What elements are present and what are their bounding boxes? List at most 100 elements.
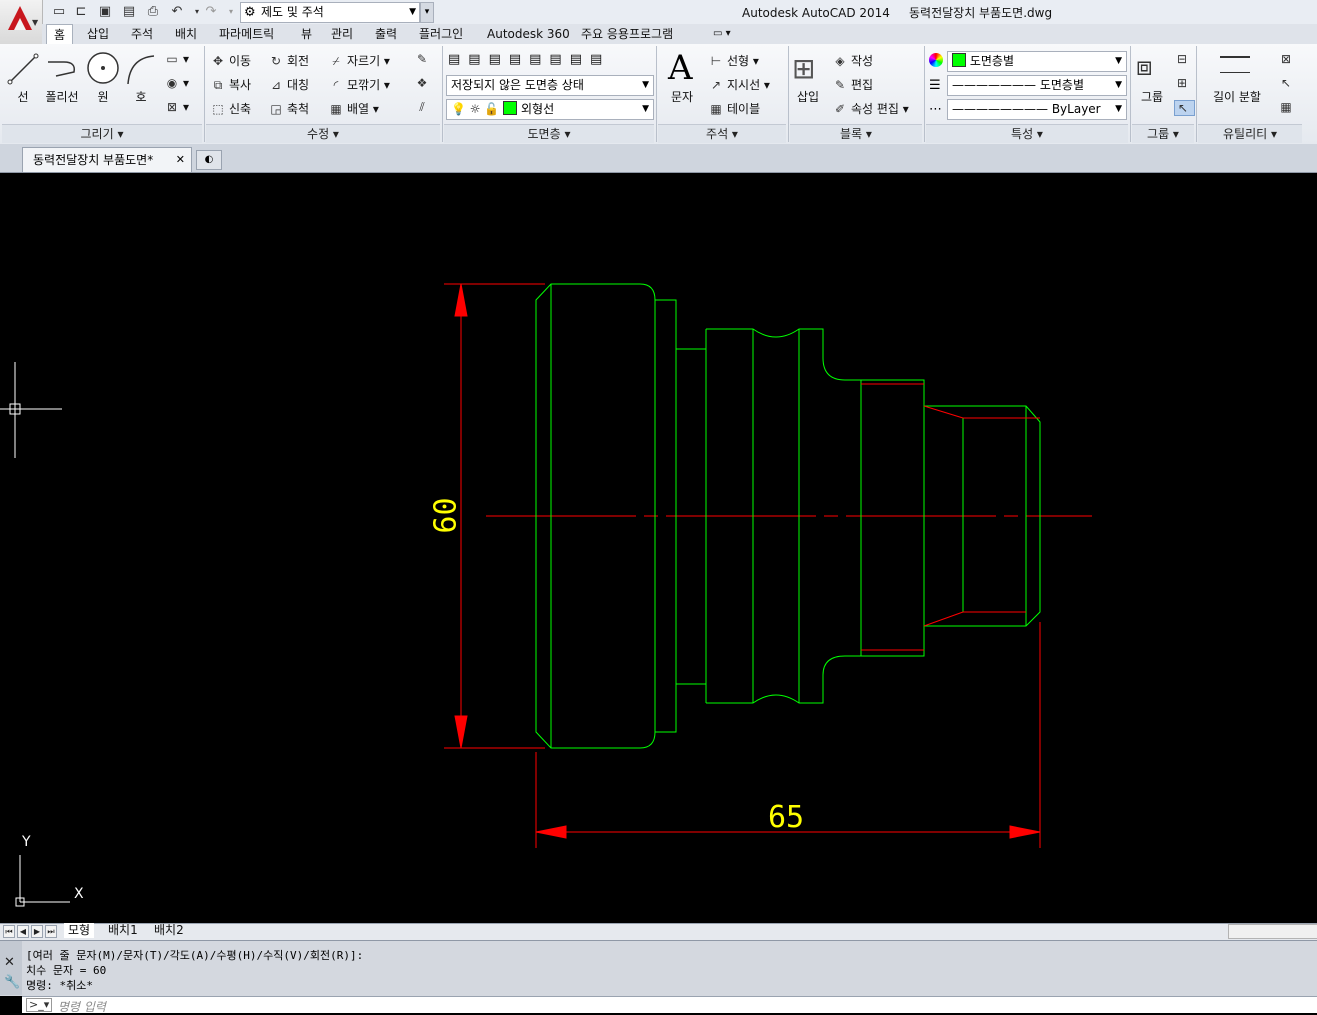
circle-tool[interactable]: 원 xyxy=(88,88,118,105)
edit-attributes-button[interactable]: ✐ 속성 편집 ▾ xyxy=(832,100,909,117)
save-as-icon[interactable]: ▤ xyxy=(120,3,138,21)
stretch-button[interactable]: ⬚ 신축 xyxy=(210,100,251,117)
new-drawing-tab-button[interactable]: ◐ xyxy=(196,150,222,170)
move-button[interactable]: ✥ 이동 xyxy=(210,52,251,69)
text-tool-icon[interactable]: A xyxy=(668,48,693,88)
group-edit-button[interactable]: ⊞ xyxy=(1174,76,1193,90)
redo-icon[interactable]: ↷ xyxy=(202,3,220,21)
undo-icon[interactable]: ↶ xyxy=(168,3,186,21)
layout-tab-layout1[interactable]: 배치1 xyxy=(104,923,142,938)
utilities-panel-title[interactable]: 유틸리티 ▾ xyxy=(1198,124,1302,143)
tab-featured-apps[interactable]: 주요 응용프로그램 xyxy=(574,24,680,44)
table-button[interactable]: ▦ 테이블 xyxy=(708,100,760,117)
linear-dimension-button[interactable]: ⊢ 선형 ▾ xyxy=(708,52,759,69)
select-all-button[interactable]: ↖ xyxy=(1278,76,1297,90)
color-wheel-icon[interactable] xyxy=(929,53,943,67)
command-input[interactable]: >_▾ 명령 입력 xyxy=(22,996,1317,1014)
tab-insert[interactable]: 삽입 xyxy=(80,24,116,44)
tab-output[interactable]: 출력 xyxy=(368,24,404,44)
fillet-button[interactable]: ◜ 모깎기 ▾ xyxy=(328,76,390,93)
wrench-icon[interactable]: 🔧 xyxy=(4,975,20,990)
edit-block-button[interactable]: ✎ 편집 xyxy=(832,76,873,93)
annotation-panel-title[interactable]: 주석 ▾ xyxy=(658,124,786,143)
draw-panel-title[interactable]: 그리기 ▾ xyxy=(2,124,202,143)
color-combo[interactable]: 도면층별 ▼ xyxy=(947,51,1127,72)
ucs-x-label: X xyxy=(74,886,84,902)
arc-tool[interactable]: 호 xyxy=(126,88,156,105)
window-title: Autodesk AutoCAD 2014 동력전달장치 부품도면.dwg xyxy=(742,4,1052,21)
modify-panel-title[interactable]: 수정 ▾ xyxy=(206,124,440,143)
print-icon[interactable]: ⎙ xyxy=(144,3,162,21)
measure-icon[interactable] xyxy=(1220,56,1250,73)
tab-plugins[interactable]: 플러그인 xyxy=(412,24,470,44)
array-button[interactable]: ▦ 배열 ▾ xyxy=(328,100,379,117)
leader-button[interactable]: ↗ 지시선 ▾ xyxy=(708,76,770,93)
rectangle-tool[interactable]: ▭ ▾ xyxy=(164,52,189,66)
first-layout-icon[interactable]: ⏮ xyxy=(3,925,15,938)
ungroup-button[interactable]: ⊟ xyxy=(1174,52,1193,66)
divide-tool[interactable]: 길이 분할 xyxy=(1204,88,1270,105)
layer-state-combo[interactable]: 저장되지 않은 도면층 상태 ▼ xyxy=(446,75,654,96)
scale-icon: ◲ xyxy=(270,102,282,116)
layout-tab-layout2[interactable]: 배치2 xyxy=(150,923,188,938)
explode-button[interactable]: ❖ xyxy=(414,76,433,90)
layout-tab-model[interactable]: 모형 xyxy=(64,923,95,938)
redo-dropdown-icon[interactable]: ▾ xyxy=(222,3,240,21)
tab-home[interactable]: 홈 xyxy=(46,24,74,45)
quick-select-button[interactable]: ⊠ xyxy=(1278,52,1297,66)
prev-layout-icon[interactable]: ◀ xyxy=(17,925,29,938)
block-panel-title[interactable]: 블록 ▾ xyxy=(790,124,922,143)
line-tool[interactable]: 선 xyxy=(8,88,38,105)
quick-access-customize-button[interactable]: ▾ xyxy=(420,2,434,23)
dimension-text-65[interactable]: 65 xyxy=(768,800,804,835)
group-select-toggle[interactable]: ↖ xyxy=(1174,100,1195,116)
next-layout-icon[interactable]: ▶ xyxy=(31,925,43,938)
command-line-grip[interactable]: ✕ 🔧 xyxy=(0,941,22,995)
hatch-tool[interactable]: ◉ ▾ xyxy=(164,76,189,90)
tab-view[interactable]: 뷰 xyxy=(294,24,319,44)
tab-parametric[interactable]: 파라메트릭 xyxy=(212,24,281,44)
layers-panel-title[interactable]: 도면층 ▾ xyxy=(444,124,654,143)
group-icon[interactable]: ⧈ xyxy=(1136,52,1153,83)
application-menu-button[interactable]: ▼ xyxy=(0,0,43,44)
copy-button[interactable]: ⧉ 복사 xyxy=(210,76,251,93)
scale-button[interactable]: ◲ 축척 xyxy=(268,100,309,117)
ribbon-minimize-icon[interactable]: ▭ ▾ xyxy=(706,24,738,44)
group-tool[interactable]: 그룹 xyxy=(1134,88,1170,105)
tab-annotate[interactable]: 주석 xyxy=(124,24,160,44)
trim-button[interactable]: ⌿ 자르기 ▾ xyxy=(328,52,390,69)
last-layout-icon[interactable]: ⏭ xyxy=(45,925,57,938)
document-tab[interactable]: 동력전달장치 부품도면* ✕ xyxy=(22,147,192,172)
close-icon[interactable]: ✕ xyxy=(176,148,185,172)
groups-panel-title[interactable]: 그룹 ▾ xyxy=(1132,124,1194,143)
mirror-button[interactable]: ⊿ 대칭 xyxy=(268,76,309,93)
save-icon[interactable]: ▣ xyxy=(96,3,114,21)
layer-tool-icons[interactable]: ▤▤▤▤▤▤▤▤ xyxy=(448,52,610,67)
open-folder-icon[interactable]: ⊏ xyxy=(72,3,90,21)
region-tool[interactable]: ⊠ ▾ xyxy=(164,100,189,114)
linetype-combo[interactable]: ——————— 도면층별 ▼ xyxy=(947,75,1127,96)
calculator-button[interactable]: ▦ xyxy=(1278,100,1297,114)
erase-button[interactable]: ✎ xyxy=(414,52,433,66)
horizontal-scrollbar[interactable] xyxy=(1228,924,1317,939)
properties-panel-title[interactable]: 특성 ▾ xyxy=(926,124,1128,143)
rotate-button[interactable]: ↻ 회전 xyxy=(268,52,309,69)
workspace-selector[interactable]: ⚙ 제도 및 주석 ▼ xyxy=(240,2,420,23)
new-file-icon[interactable]: ▭ xyxy=(50,3,68,21)
layer-combo[interactable]: 💡 ☼ 🔓 외형선 ▼ xyxy=(446,99,654,120)
create-block-icon: ◈ xyxy=(835,54,845,68)
close-icon[interactable]: ✕ xyxy=(4,955,15,970)
lineweight-combo[interactable]: ———————— ByLayer ▼ xyxy=(947,99,1127,120)
text-tool[interactable]: 문자 xyxy=(664,88,700,105)
tab-autodesk-360[interactable]: Autodesk 360 xyxy=(480,24,577,44)
tab-layout[interactable]: 배치 xyxy=(168,24,204,44)
insert-block-icon[interactable]: ⊞ xyxy=(792,52,815,85)
dimension-text-60[interactable]: 60 xyxy=(429,496,464,536)
polyline-tool[interactable]: 폴리선 xyxy=(40,88,84,105)
create-block-button[interactable]: ◈ 작성 xyxy=(832,52,873,69)
offset-button[interactable]: ⫽ xyxy=(414,100,433,115)
tab-manage[interactable]: 관리 xyxy=(324,24,360,44)
drawing-canvas[interactable]: 60 65 Y X xyxy=(0,176,1317,924)
insert-block-tool[interactable]: 삽입 xyxy=(790,88,826,105)
command-prompt-icon[interactable]: >_▾ xyxy=(26,998,53,1012)
